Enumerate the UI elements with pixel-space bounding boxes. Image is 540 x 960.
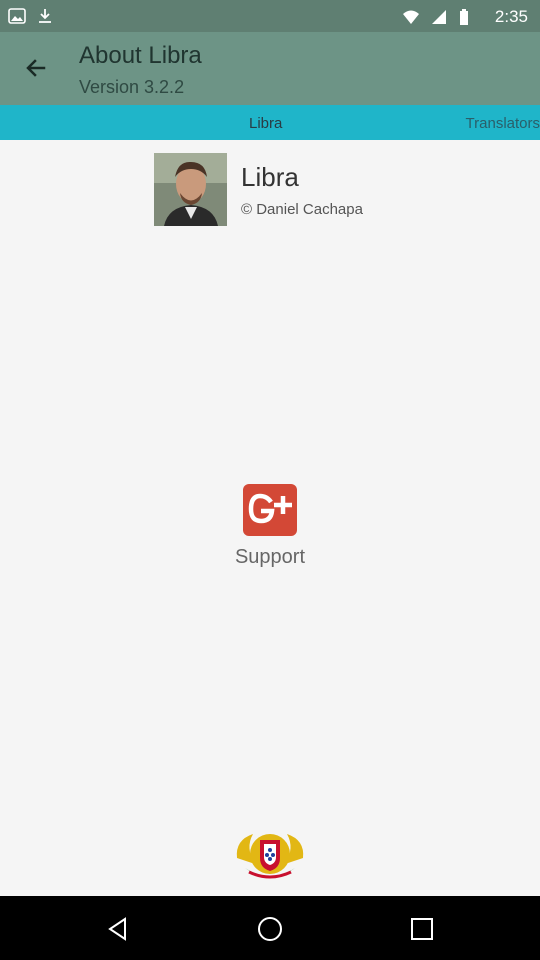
status-bar: 2:35	[0, 0, 540, 32]
tab-translators[interactable]: Translators	[466, 115, 540, 132]
notification-icons	[8, 7, 54, 25]
person-photo-icon	[154, 153, 227, 226]
version-subtitle: Version 3.2.2	[79, 77, 185, 97]
tab-libra[interactable]: Libra	[249, 115, 282, 132]
page-title: About Libra	[79, 42, 202, 69]
home-nav-icon[interactable]	[257, 916, 283, 942]
back-nav-icon[interactable]	[105, 916, 131, 942]
battery-icon	[460, 9, 468, 25]
wifi-icon	[403, 10, 419, 24]
coat-of-arms-icon	[236, 834, 304, 879]
google-plus-icon[interactable]	[243, 484, 297, 536]
recents-nav-icon[interactable]	[409, 916, 435, 942]
status-time: 2:35	[494, 7, 528, 26]
app-bar: About Libra Version 3.2.2	[0, 32, 540, 105]
signal-icon	[432, 10, 446, 24]
download-icon	[39, 9, 51, 23]
support-link[interactable]: Support	[0, 546, 540, 569]
photo-icon	[8, 8, 26, 24]
back-arrow-icon[interactable]	[22, 54, 50, 82]
navigation-bar	[0, 896, 540, 960]
tab-bar: Libra Translators	[0, 105, 540, 140]
system-status-icons	[402, 8, 470, 26]
copyright-text: © Daniel Cachapa	[241, 201, 363, 218]
author-photo	[154, 153, 227, 226]
app-name: Libra	[241, 162, 299, 192]
